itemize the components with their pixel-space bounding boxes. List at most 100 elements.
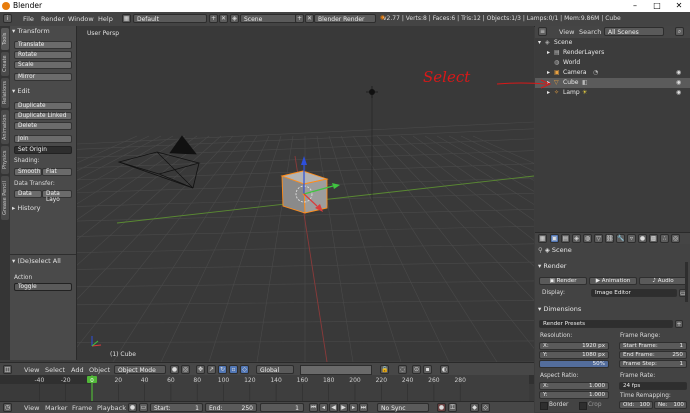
resolution-x-field[interactable]: X: 1920 px bbox=[539, 342, 609, 350]
next-keyframe-icon[interactable]: ▸ bbox=[349, 403, 358, 412]
data-context-icon[interactable]: ▿ bbox=[627, 234, 636, 243]
delete-keyframe-icon[interactable]: ◇ bbox=[481, 403, 490, 412]
proportional-edit-icon[interactable]: ◌ bbox=[398, 365, 407, 374]
duplicate-linked-button[interactable]: Duplicate Linked bbox=[14, 112, 72, 120]
outliner-menu-search[interactable]: Search bbox=[579, 28, 601, 36]
tab-create[interactable]: Create bbox=[1, 52, 9, 76]
animation-button[interactable]: ▶ Animation bbox=[589, 277, 637, 285]
scene-icon[interactable]: ◈ bbox=[230, 14, 239, 23]
close-button[interactable]: ✕ bbox=[668, 0, 690, 12]
audio-button[interactable]: ♪ Audio bbox=[639, 277, 687, 285]
outliner-row-cube[interactable]: ▸ ▽ Cube ◧ ◉ bbox=[535, 78, 690, 88]
auto-key-icon[interactable]: ● bbox=[437, 403, 446, 412]
render-panel-header[interactable]: ▾ Render bbox=[538, 262, 688, 271]
expand-icon[interactable]: ▸ bbox=[547, 48, 550, 58]
3d-editor-type-icon[interactable]: ◫ bbox=[3, 365, 12, 374]
flat-button[interactable]: Flat bbox=[42, 168, 72, 176]
keying-set-icon[interactable]: ⚿ bbox=[448, 403, 457, 412]
render-context-icon[interactable]: ▣ bbox=[550, 234, 559, 243]
resolution-y-field[interactable]: Y: 1080 px bbox=[539, 351, 609, 359]
tl-menu-frame[interactable]: Frame bbox=[72, 404, 92, 412]
dimensions-panel-header[interactable]: ▾ Dimensions bbox=[538, 305, 688, 314]
outliner-row-lamp[interactable]: ▸ ✧ Lamp ☀ ◉ bbox=[535, 88, 690, 98]
aspect-x-field[interactable]: X: 1.000 bbox=[539, 382, 609, 390]
aspect-y-field[interactable]: Y: 1.000 bbox=[539, 391, 609, 399]
screen-layout-field[interactable]: Default bbox=[133, 14, 207, 23]
preview-range-icon[interactable]: ▭ bbox=[139, 403, 148, 412]
end-frame-prop-field[interactable]: End Frame: 250 bbox=[619, 351, 687, 359]
play-reverse-icon[interactable]: ◀ bbox=[329, 403, 338, 412]
frame-rate-dropdown[interactable]: 24 fps bbox=[619, 382, 687, 390]
preset-add-icon[interactable]: + bbox=[675, 320, 683, 328]
display-dropdown[interactable]: Image Editor bbox=[591, 289, 677, 297]
vp-menu-select[interactable]: Select bbox=[45, 366, 65, 374]
menu-window[interactable]: Window bbox=[68, 15, 94, 23]
particles-context-icon[interactable]: ∴ bbox=[660, 234, 669, 243]
translate-manipulator-icon[interactable]: ↗ bbox=[207, 365, 216, 374]
screen-layout-icon[interactable]: ▦ bbox=[122, 14, 131, 23]
start-frame-field[interactable]: Start: 1 bbox=[150, 403, 203, 412]
tl-menu-marker[interactable]: Marker bbox=[45, 404, 67, 412]
orientation-dropdown[interactable]: Global bbox=[256, 365, 294, 374]
scale-manipulator-icon[interactable]: ▫ bbox=[229, 365, 238, 374]
sync-dropdown[interactable]: No Sync bbox=[377, 403, 429, 412]
snap-element-icon[interactable]: ▪ bbox=[423, 365, 432, 374]
frame-step-field[interactable]: Frame Step: 1 bbox=[619, 360, 687, 368]
timeline-area[interactable]: -40 -20 20 40 60 80 100 120 140 160 180 200 220 240 26… bbox=[0, 375, 534, 401]
vp-menu-add[interactable]: Add bbox=[71, 366, 84, 374]
rotate-manipulator-icon[interactable]: ↻ bbox=[218, 365, 227, 374]
border-checkbox[interactable] bbox=[540, 402, 548, 410]
tl-menu-view[interactable]: View bbox=[24, 404, 39, 412]
world-context-icon[interactable]: ◍ bbox=[583, 234, 592, 243]
vp-menu-object[interactable]: Object bbox=[89, 366, 110, 374]
outliner-editor-type-icon[interactable]: ≡ bbox=[538, 27, 547, 36]
scale-button[interactable]: Scale bbox=[14, 61, 72, 69]
set-origin-dropdown[interactable]: Set Origin bbox=[14, 146, 72, 154]
snap-icon[interactable]: ⊙ bbox=[412, 365, 421, 374]
history-panel-header[interactable]: ▸ History bbox=[12, 204, 74, 213]
menu-render[interactable]: Render bbox=[41, 15, 64, 23]
renderlayer-context-icon[interactable]: ▤ bbox=[561, 234, 570, 243]
outliner-display-dropdown[interactable]: All Scenes bbox=[604, 27, 664, 36]
maximize-button[interactable]: □ bbox=[646, 0, 668, 12]
pin-icon[interactable]: ⚲ bbox=[538, 246, 543, 254]
mode-dropdown[interactable]: Object Mode bbox=[114, 365, 166, 374]
scene-add-icon[interactable]: + bbox=[295, 14, 304, 23]
visibility-eye-icon[interactable]: ◉ bbox=[676, 68, 681, 78]
render-presets-dropdown[interactable]: Render Presets bbox=[539, 320, 673, 328]
data-layout-button[interactable]: Data Layo bbox=[42, 190, 72, 203]
time-new-field[interactable]: Ne: 100 bbox=[654, 401, 687, 409]
tab-tools[interactable]: Tools bbox=[1, 28, 9, 50]
join-button[interactable]: Join bbox=[14, 135, 72, 143]
smooth-button[interactable]: Smooth bbox=[14, 168, 42, 176]
render-preview-icon[interactable]: ◐ bbox=[440, 365, 449, 374]
outliner-row-scene[interactable]: ▾ ◈ Scene bbox=[535, 38, 690, 48]
lock-icon[interactable]: 🔒 bbox=[380, 365, 389, 374]
data-button[interactable]: Data bbox=[14, 190, 42, 198]
camera-data-icon[interactable]: ◔ bbox=[593, 68, 598, 78]
delete-button[interactable]: Delete bbox=[14, 122, 72, 130]
visibility-eye-icon[interactable]: ◉ bbox=[676, 88, 681, 98]
menu-help[interactable]: Help bbox=[98, 15, 113, 23]
rotate-button[interactable]: Rotate bbox=[14, 51, 72, 59]
pivot-point-icon[interactable]: ◎ bbox=[181, 365, 190, 374]
scene-close-icon[interactable]: ✕ bbox=[305, 14, 314, 23]
physics-context-icon[interactable]: ◎ bbox=[671, 234, 680, 243]
constraints-context-icon[interactable]: ⛓ bbox=[605, 234, 614, 243]
insert-keyframe-icon[interactable]: ◆ bbox=[470, 403, 479, 412]
tab-grease-pencil[interactable]: Grease Pencil bbox=[1, 176, 9, 220]
vp-menu-view[interactable]: View bbox=[24, 366, 39, 374]
action-dropdown[interactable]: Toggle bbox=[14, 283, 72, 291]
scene-context-icon[interactable]: ◈ bbox=[572, 234, 581, 243]
modifier-icon[interactable]: ◧ bbox=[582, 78, 588, 88]
modifiers-context-icon[interactable]: 🔧 bbox=[616, 234, 625, 243]
editor-type-icon[interactable]: i bbox=[3, 14, 12, 23]
prev-keyframe-icon[interactable]: ◂ bbox=[319, 403, 328, 412]
visibility-eye-icon[interactable]: ◉ bbox=[676, 78, 681, 88]
translate-button[interactable]: Translate bbox=[14, 41, 72, 49]
start-frame-prop-field[interactable]: Start Frame: 1 bbox=[619, 342, 687, 350]
manipulator-toggle-icon[interactable]: ✥ bbox=[196, 365, 205, 374]
record-icon[interactable]: ● bbox=[128, 403, 137, 412]
material-context-icon[interactable]: ● bbox=[638, 234, 647, 243]
render-button[interactable]: ▣ Render bbox=[539, 277, 587, 285]
